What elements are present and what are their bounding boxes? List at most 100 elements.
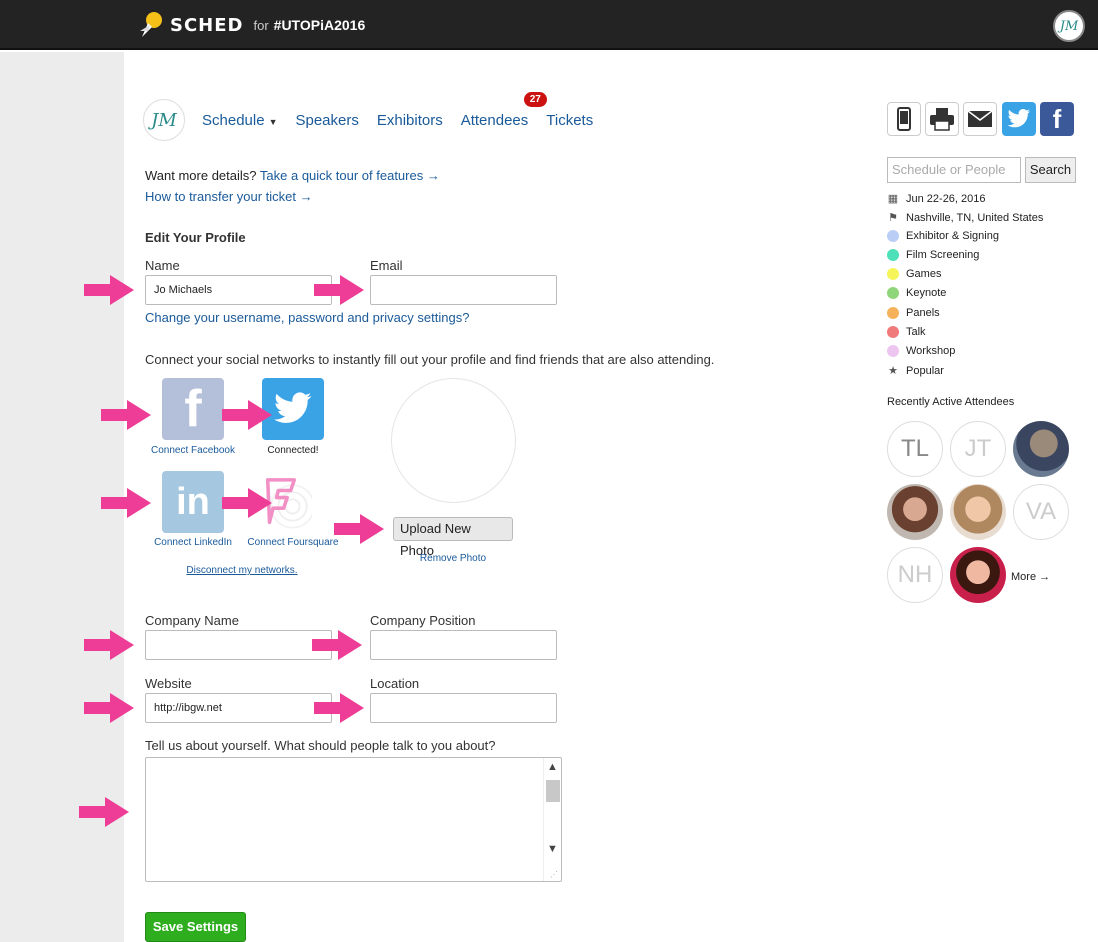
- twitter-connected-label: Connected!: [267, 445, 319, 456]
- nav-exhibitors[interactable]: Exhibitors: [377, 112, 443, 129]
- email-input[interactable]: [370, 275, 557, 305]
- attendee-avatar[interactable]: VA: [1013, 484, 1069, 540]
- category-item[interactable]: Games: [887, 268, 941, 280]
- location-label: Location: [370, 676, 420, 691]
- company-position-input[interactable]: [370, 630, 557, 660]
- transfer-ticket-link[interactable]: How to transfer your ticket →: [145, 189, 313, 204]
- textarea-scrollbar[interactable]: ▲ ▼: [543, 758, 561, 881]
- star-icon: ★: [888, 365, 898, 377]
- annotation-arrow-icon: [84, 275, 134, 305]
- print-button[interactable]: [925, 102, 959, 136]
- linkedin-connect-label[interactable]: Connect LinkedIn: [148, 537, 238, 548]
- twitter-share-button[interactable]: [1002, 102, 1036, 136]
- annotation-arrow-icon: [222, 400, 272, 430]
- about-textarea[interactable]: ▲ ▼ ⋰: [145, 757, 562, 882]
- category-dot-icon: [887, 326, 899, 338]
- category-item[interactable]: Film Screening: [887, 249, 979, 261]
- nav-tickets[interactable]: Tickets: [546, 112, 593, 129]
- social-connect-text: Connect your social networks to instantl…: [145, 352, 715, 367]
- category-label: Keynote: [906, 287, 947, 299]
- website-label: Website: [145, 676, 192, 691]
- name-label: Name: [145, 258, 180, 273]
- recent-attendees-heading: Recently Active Attendees: [887, 396, 1015, 408]
- attendee-avatar-photo[interactable]: [950, 484, 1006, 540]
- location-input[interactable]: [370, 693, 557, 723]
- attendee-avatar[interactable]: TL: [887, 421, 943, 477]
- company-name-label: Company Name: [145, 613, 239, 628]
- more-attendees-link[interactable]: More →: [1011, 571, 1050, 583]
- mobile-app-button[interactable]: [887, 102, 921, 136]
- attendee-avatar[interactable]: NH: [887, 547, 943, 603]
- facebook-icon: f: [184, 380, 202, 438]
- category-dot-icon: [887, 268, 899, 280]
- popular-filter[interactable]: ★ Popular: [887, 364, 944, 378]
- email-share-button[interactable]: [963, 102, 997, 136]
- attendee-avatar-photo[interactable]: [887, 484, 943, 540]
- annotation-arrow-icon: [334, 514, 384, 544]
- nav-attendees-label: Attendees: [460, 111, 529, 129]
- save-settings-button[interactable]: Save Settings: [145, 912, 246, 942]
- category-item[interactable]: Talk: [887, 326, 926, 338]
- category-item[interactable]: Exhibitor & Signing: [887, 230, 999, 242]
- event-name[interactable]: #UTOPiA2016: [274, 17, 366, 33]
- company-name-input[interactable]: [145, 630, 332, 660]
- foursquare-connect-label[interactable]: Connect Foursquare: [243, 537, 343, 548]
- facebook-icon: f: [1052, 103, 1062, 134]
- facebook-share-button[interactable]: f: [1040, 102, 1074, 136]
- event-dates: ▦ Jun 22-26, 2016: [887, 192, 986, 206]
- email-label: Email: [370, 258, 403, 273]
- twitter-icon: [274, 392, 312, 423]
- attendee-avatar-photo[interactable]: [1013, 421, 1069, 477]
- remove-photo-link[interactable]: Remove Photo: [400, 553, 506, 564]
- sidebar-search-input[interactable]: Schedule or People: [887, 157, 1021, 183]
- user-avatar[interactable]: JM: [1053, 10, 1085, 42]
- account-settings-link[interactable]: Change your username, password and priva…: [145, 310, 469, 325]
- scroll-thumb[interactable]: [546, 780, 560, 802]
- profile-photo-placeholder: [391, 378, 516, 503]
- facebook-connect-button[interactable]: f: [162, 378, 224, 440]
- sidebar-search-button[interactable]: Search: [1025, 157, 1076, 183]
- tour-link[interactable]: Take a quick tour of features →: [260, 168, 440, 183]
- brand[interactable]: SCHED for #UTOPiA2016: [138, 11, 365, 39]
- annotation-arrow-icon: [84, 630, 134, 660]
- name-input[interactable]: Jo Michaels: [145, 275, 332, 305]
- mobile-phone-icon: [897, 107, 911, 131]
- category-label: Film Screening: [906, 249, 980, 261]
- sched-logo-icon: [140, 12, 162, 37]
- brand-for: for: [253, 17, 269, 33]
- linkedin-connect-button[interactable]: in: [162, 471, 224, 533]
- top-bar: SCHED for #UTOPiA2016 JM: [0, 0, 1098, 50]
- attendee-avatar-photo[interactable]: [950, 547, 1006, 603]
- scroll-up-icon[interactable]: ▲: [544, 758, 561, 776]
- category-item[interactable]: Workshop: [887, 345, 955, 357]
- scroll-down-icon[interactable]: ▼: [544, 840, 561, 858]
- event-logo[interactable]: JM: [143, 99, 185, 141]
- category-dot-icon: [887, 230, 899, 242]
- printer-icon: [930, 108, 954, 131]
- website-input[interactable]: http://ibgw.net: [145, 693, 332, 723]
- brand-name: SCHED: [170, 14, 244, 36]
- annotation-arrow-icon: [222, 488, 272, 518]
- annotation-arrow-icon: [101, 488, 151, 518]
- annotation-arrow-icon: [79, 797, 129, 827]
- category-item[interactable]: Keynote: [887, 287, 946, 299]
- annotation-arrow-icon: [84, 693, 134, 723]
- popular-label: Popular: [906, 364, 944, 377]
- category-label: Workshop: [906, 345, 956, 357]
- category-dot-icon: [887, 287, 899, 299]
- category-dot-icon: [887, 345, 899, 357]
- attendee-avatar[interactable]: JT: [950, 421, 1006, 477]
- intro-line: Want more details? Take a quick tour of …: [145, 168, 440, 183]
- facebook-connect-label[interactable]: Connect Facebook: [148, 445, 238, 456]
- nav-attendees[interactable]: Attendees 27: [460, 90, 548, 129]
- category-dot-icon: [887, 307, 899, 319]
- nav-schedule[interactable]: Schedule ▼: [202, 112, 277, 129]
- category-item[interactable]: Panels: [887, 307, 940, 319]
- disconnect-networks-link[interactable]: Disconnect my networks.: [180, 565, 304, 576]
- upload-photo-button[interactable]: Upload New Photo: [393, 517, 513, 558]
- annotation-arrow-icon: [314, 275, 364, 305]
- category-label: Talk: [906, 326, 926, 338]
- nav-speakers[interactable]: Speakers: [295, 112, 358, 129]
- resize-handle-icon[interactable]: ⋰: [550, 870, 558, 879]
- category-dot-icon: [887, 249, 899, 261]
